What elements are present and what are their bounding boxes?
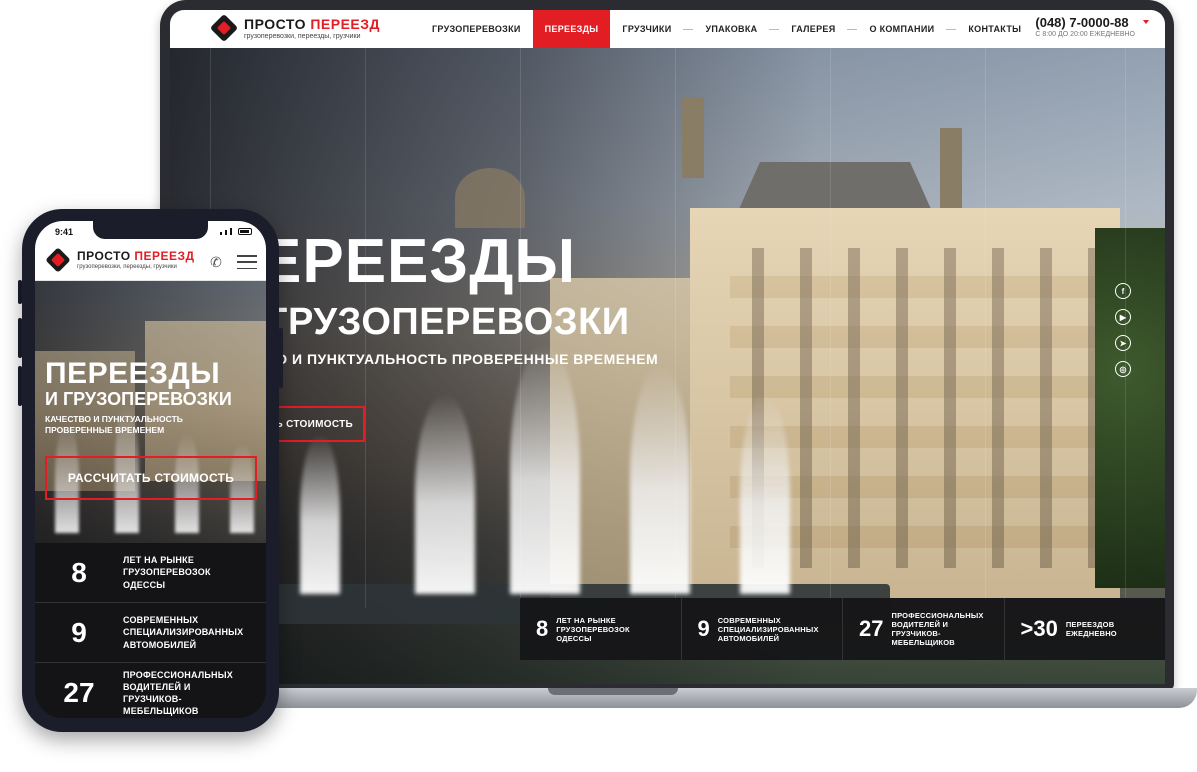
- laptop-screen: ПРОСТО ПЕРЕЕЗД грузоперевозки, переезды,…: [170, 10, 1165, 684]
- stat-number: 9: [71, 616, 87, 648]
- stat-text: ПРОФЕССИОНАЛЬНЫХ ВОДИТЕЛЕЙ И ГРУЗЧИКОВ-М…: [891, 611, 984, 647]
- mobile-header: ПРОСТО ПЕРЕЕЗД грузоперевозки, переезды,…: [35, 241, 266, 281]
- stat-number: >30: [1020, 616, 1058, 641]
- mobile-hero: ПЕРЕЕЗДЫ И ГРУЗОПЕРЕВОЗКИ КАЧЕСТВО И ПУН…: [35, 281, 266, 543]
- stat-number: 27: [859, 616, 884, 641]
- hero-photo-part: [1095, 228, 1165, 588]
- working-hours: С 8:00 ДО 20:00 ЕЖЕДНЕВНО: [1035, 31, 1135, 38]
- stat-number: 27: [63, 677, 95, 708]
- grid-line: [830, 48, 831, 608]
- mobile-calculate-cost-button[interactable]: РАССЧИТАТЬ СТОИМОСТЬ: [45, 456, 257, 500]
- status-time: 9:41: [55, 227, 74, 237]
- phone-call-icon[interactable]: ✆: [207, 253, 225, 271]
- phone-notch: [93, 221, 208, 239]
- chevron-down-icon[interactable]: [1143, 20, 1149, 24]
- mobile-logo[interactable]: ПРОСТО ПЕРЕЕЗД грузоперевозки, переезды,…: [45, 247, 195, 273]
- nav-separator: [769, 28, 780, 30]
- instagram-icon[interactable]: ◎: [1115, 361, 1131, 377]
- nav-item-packing[interactable]: УПАКОВКА: [693, 10, 769, 48]
- nav-item-cargo[interactable]: ГРУЗОПЕРЕВОЗКИ: [420, 10, 533, 48]
- status-bar: 9:41: [35, 221, 266, 241]
- main-nav: ГРУЗОПЕРЕВОЗКИ ПЕРЕЕЗДЫ ГРУЗЧИКИ УПАКОВК…: [420, 10, 1033, 48]
- hero-photo-part: [682, 98, 704, 178]
- signal-icon: [220, 232, 222, 235]
- hero-photo-part: [740, 394, 790, 594]
- stat-item: >30 ПЕРЕЕЗДОВ ЕЖЕДНЕВНО: [1005, 598, 1166, 660]
- stat-item: 9 СОВРЕМЕННЫХ СПЕЦИАЛИЗИРОВАННЫХ АВТОМОБ…: [682, 598, 843, 660]
- grid-line: [675, 48, 676, 608]
- stat-number: 8: [71, 556, 87, 588]
- stat-item: 27 ПРОФЕССИОНАЛЬНЫХ ВОДИТЕЛЕЙ И ГРУЗЧИКО…: [843, 598, 1005, 660]
- mobile-hero-title: ПЕРЕЕЗДЫ: [45, 357, 221, 390]
- laptop-notch: [548, 688, 678, 695]
- logo-tagline: грузоперевозки, переезды, грузчики: [77, 264, 177, 270]
- stat-item: 27 ПРОФЕССИОНАЛЬНЫХ ВОДИТЕЛЕЙ И ГРУЗЧИКО…: [35, 663, 266, 718]
- logo-tagline: грузоперевозки, переезды, грузчики: [244, 32, 361, 40]
- nav-separator: [946, 28, 957, 30]
- mobile-stats: 8 ЛЕТ НА РЫНКЕ ГРУЗОПЕРЕВОЗОК ОДЕССЫ 9 С…: [35, 543, 266, 718]
- social-links: f ▶ ➤ ◎: [1115, 283, 1131, 377]
- youtube-icon[interactable]: ▶: [1115, 309, 1131, 325]
- nav-item-about[interactable]: О КОМПАНИИ: [857, 10, 946, 48]
- hero-photo-part: [940, 128, 962, 208]
- nav-separator: [847, 28, 858, 30]
- phone-side-button: [279, 328, 283, 388]
- grid-line: [985, 48, 986, 608]
- stat-item: 8 ЛЕТ НА РЫНКЕ ГРУЗОПЕРЕВОЗОК ОДЕССЫ: [35, 543, 266, 603]
- phone-screen: 9:41 ПРОСТО ПЕРЕЕЗД грузоперевозки, пере…: [35, 221, 266, 718]
- nav-item-contacts[interactable]: КОНТАКТЫ: [956, 10, 1033, 48]
- facebook-icon[interactable]: f: [1115, 283, 1131, 299]
- stat-text: ПЕРЕЕЗДОВ ЕЖЕДНЕВНО: [1065, 620, 1117, 638]
- nav-item-gallery[interactable]: ГАЛЕРЕЯ: [779, 10, 847, 48]
- stat-text: СОВРЕМЕННЫХ СПЕЦИАЛИЗИРОВАННЫХ АВТОМОБИЛ…: [717, 615, 819, 643]
- stat-text: ПРОФЕССИОНАЛЬНЫХ ВОДИТЕЛЕЙ И ГРУЗЧИКОВ-М…: [123, 669, 233, 717]
- logo-name: ПРОСТО ПЕРЕЕЗД: [77, 249, 195, 263]
- logo-icon: [45, 247, 71, 273]
- status-icons: [220, 228, 252, 235]
- hero-subtitle: ГРУЗОПЕРЕВОЗКИ: [266, 301, 630, 343]
- stat-text: ЛЕТ НА РЫНКЕ ГРУЗОПЕРЕВОЗОК ОДЕССЫ: [556, 615, 630, 643]
- hamburger-menu-icon[interactable]: [237, 255, 257, 269]
- desktop-hero: ЕРЕЕЗДЫ ГРУЗОПЕРЕВОЗКИ ВО И ПУНКТУАЛЬНОС…: [170, 48, 1165, 684]
- nav-item-loaders[interactable]: ГРУЗЧИКИ: [610, 10, 683, 48]
- nav-separator: [683, 28, 694, 30]
- mobile-hero-tagline: КАЧЕСТВО И ПУНКТУАЛЬНОСТЬ ПРОВЕРЕННЫЕ ВР…: [45, 414, 183, 435]
- signal-icon: [225, 230, 227, 235]
- stat-number: 9: [697, 616, 710, 641]
- logo-name: ПРОСТО ПЕРЕЕЗД: [244, 15, 381, 32]
- stat-item: 8 ЛЕТ НА РЫНКЕ ГРУЗОПЕРЕВОЗОК ОДЕССЫ: [520, 598, 682, 660]
- stat-number: 8: [536, 616, 549, 641]
- hero-photo-part: [415, 394, 475, 594]
- signal-icon: [230, 228, 232, 235]
- nav-item-moving[interactable]: ПЕРЕЕЗДЫ: [532, 10, 611, 48]
- hero-photo-part: [455, 168, 525, 228]
- header-phone[interactable]: (048) 7-0000-88 С 8:00 ДО 20:00 ЕЖЕДНЕВН…: [1035, 15, 1149, 38]
- desktop-header: ПРОСТО ПЕРЕЕЗД грузоперевозки, переезды,…: [170, 10, 1165, 48]
- desktop-stats-bar: 8 ЛЕТ НА РЫНКЕ ГРУЗОПЕРЕВОЗОК ОДЕССЫ 9 С…: [520, 598, 1165, 660]
- mobile-hero-subtitle: И ГРУЗОПЕРЕВОЗКИ: [45, 389, 232, 409]
- stat-text: СОВРЕМЕННЫХ СПЕЦИАЛИЗИРОВАННЫХ АВТОМОБИЛ…: [123, 615, 244, 650]
- mockup-stage: ПРОСТО ПЕРЕЕЗД грузоперевозки, переезды,…: [0, 0, 1197, 772]
- stat-text: ЛЕТ НА РЫНКЕ ГРУЗОПЕРЕВОЗОК ОДЕССЫ: [123, 555, 211, 590]
- hero-tagline: ВО И ПУНКТУАЛЬНОСТЬ ПРОВЕРЕННЫЕ ВРЕМЕНЕМ: [266, 351, 659, 367]
- logo-icon: [209, 13, 239, 43]
- phone-number[interactable]: (048) 7-0000-88: [1035, 15, 1135, 30]
- hero-title: ЕРЕЕЗДЫ: [260, 227, 577, 296]
- hero-photo-part: [630, 364, 690, 594]
- battery-icon: [238, 228, 252, 235]
- desktop-logo[interactable]: ПРОСТО ПЕРЕЕЗД грузоперевозки, переезды,…: [209, 13, 381, 43]
- hero-photo-part: [300, 434, 340, 594]
- telegram-icon[interactable]: ➤: [1115, 335, 1131, 351]
- stat-item: 9 СОВРЕМЕННЫХ СПЕЦИАЛИЗИРОВАННЫХ АВТОМОБ…: [35, 603, 266, 663]
